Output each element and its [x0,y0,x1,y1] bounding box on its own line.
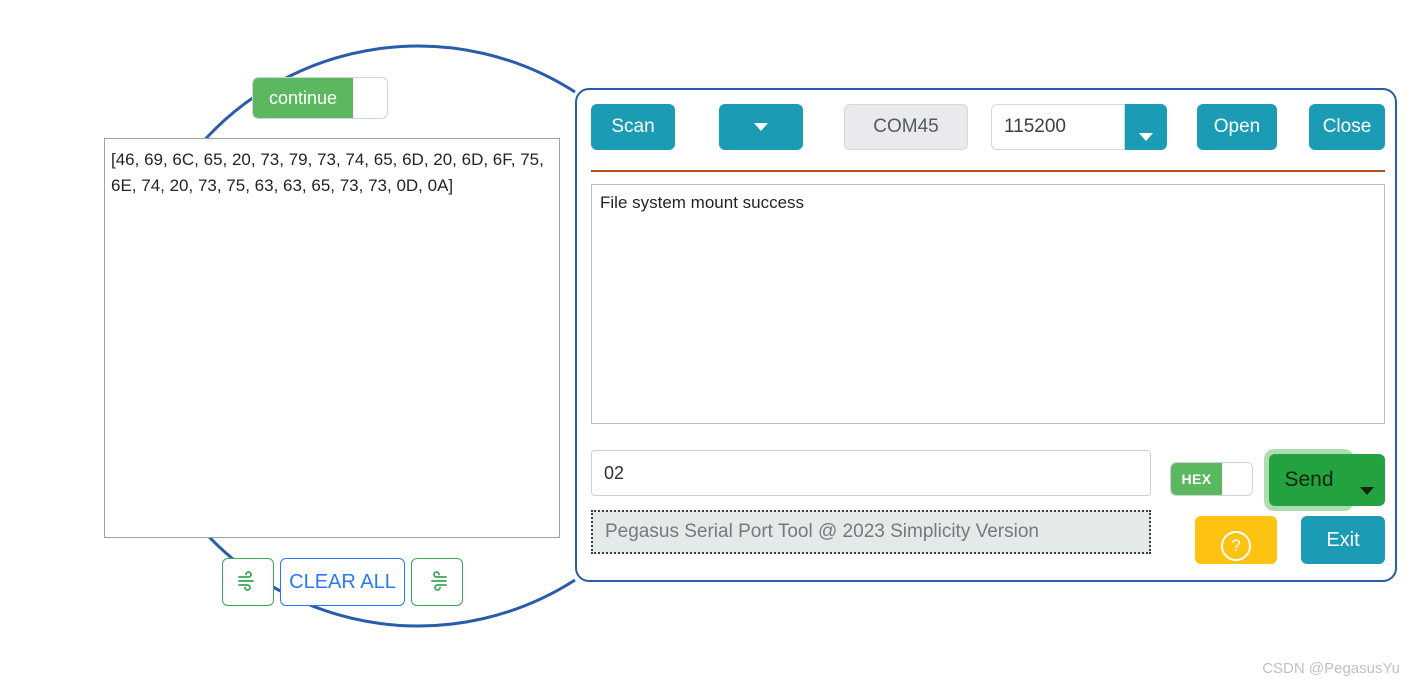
baudrate-input[interactable]: 115200 [991,104,1125,150]
wind-icon [238,570,254,591]
port-select[interactable]: COM45 [844,104,968,150]
serial-tool-window: Scan COM45 115200 Open Close File system… [575,88,1397,582]
toolbar-divider [591,170,1385,172]
send-button-group: Send [1264,449,1385,511]
scan-button[interactable]: Scan [591,104,675,150]
continue-toggle[interactable]: continue [252,77,388,119]
help-button[interactable]: ? [1195,516,1277,564]
toolbar: Scan COM45 115200 Open Close [591,104,1385,166]
baudrate-dropdown-button[interactable] [1125,104,1167,150]
wind-icon [431,570,447,591]
watermark: CSDN @PegasusYu [1262,660,1400,677]
baudrate-combobox: 115200 [991,104,1167,150]
clear-receive-button[interactable] [222,558,274,606]
send-input[interactable]: 02 [591,450,1151,496]
hex-toggle-label: HEX [1171,463,1222,495]
open-port-button[interactable]: Open [1197,104,1277,150]
chevron-down-icon [1360,487,1374,495]
send-button[interactable]: Send [1269,454,1349,506]
chevron-down-icon [1139,132,1153,141]
clear-send-button[interactable] [411,558,463,606]
receive-textarea[interactable]: File system mount success [591,184,1385,424]
hex-toggle[interactable]: HEX [1170,462,1253,496]
chevron-down-icon [754,122,768,131]
clear-all-button[interactable]: CLEAR ALL [280,558,405,606]
status-bar: Pegasus Serial Port Tool @ 2023 Simplici… [591,510,1151,554]
continue-toggle-label: continue [253,78,353,118]
port-dropdown-button[interactable] [719,104,803,150]
exit-button[interactable]: Exit [1301,516,1385,564]
question-circle-icon: ? [1221,530,1251,561]
magnified-receive-textarea[interactable]: [46, 69, 6C, 65, 20, 73, 79, 73, 74, 65,… [104,138,560,538]
close-port-button[interactable]: Close [1309,104,1385,150]
send-dropdown-button[interactable] [1349,454,1385,506]
